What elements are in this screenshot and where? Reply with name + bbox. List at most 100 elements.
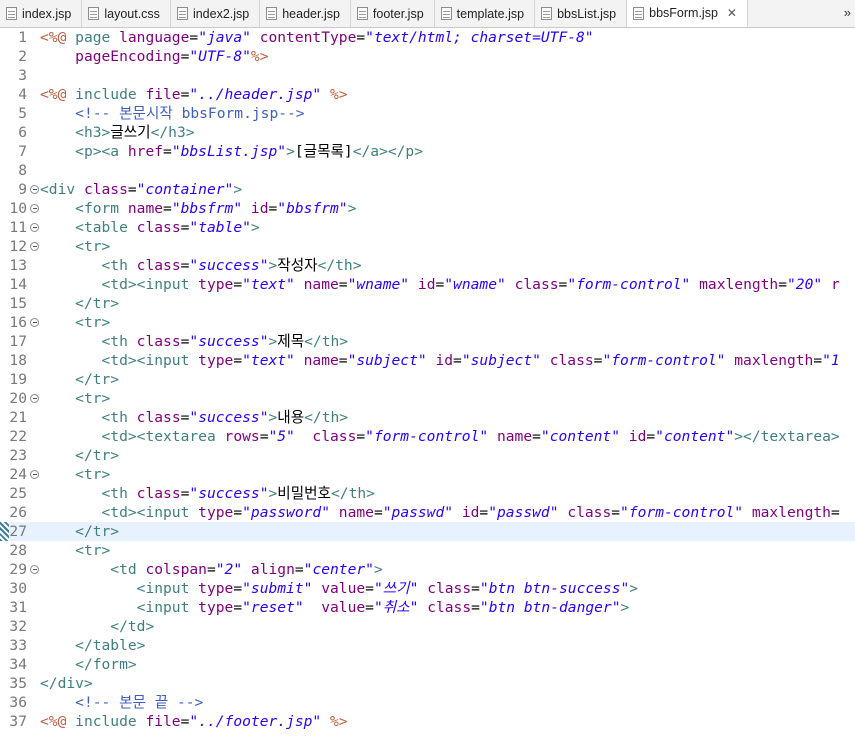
code-line[interactable]: 37 <%@ include file="../footer.jsp" %>	[0, 712, 855, 731]
code-line[interactable]: 26 <td><input type="password" name="pass…	[0, 503, 855, 522]
fold-collapse-icon[interactable]	[30, 185, 39, 194]
tab-index2-jsp[interactable]: index2.jsp	[171, 0, 261, 27]
fold-collapse-icon[interactable]	[30, 242, 39, 251]
code-line[interactable]: 9 <div class="container">	[0, 180, 855, 199]
code-line[interactable]: 23 </tr>	[0, 446, 855, 465]
code-line[interactable]: 16 <tr>	[0, 313, 855, 332]
line-number: 20	[9, 390, 27, 407]
tab-layout-css[interactable]: layout.css	[82, 0, 171, 27]
code-token: class	[83, 181, 128, 198]
code-token: class	[549, 352, 594, 369]
code-line[interactable]: 5 <!-- 본문시작 bbsForm.jsp-->	[0, 104, 855, 123]
fold-collapse-icon[interactable]	[30, 318, 39, 327]
code-token: page	[75, 29, 120, 46]
code-token: name	[338, 504, 374, 521]
code-line[interactable]: 25 <th class="success">비밀번호</th>	[0, 484, 855, 503]
code-line[interactable]: 4 <%@ include file="../header.jsp" %>	[0, 85, 855, 104]
line-number: 14	[9, 276, 27, 293]
tab-index-jsp[interactable]: index.jsp	[0, 0, 83, 27]
code-token: "form-control"	[567, 276, 691, 293]
fold-collapse-icon[interactable]	[30, 394, 39, 403]
code-token: "java"	[198, 29, 251, 46]
code-line[interactable]: 28 <tr>	[0, 541, 855, 560]
code-line[interactable]: 35 </div>	[0, 674, 855, 693]
tab-overflow-chevron-icon[interactable]: »	[844, 5, 851, 20]
line-gutter: 1	[0, 28, 40, 47]
code-line[interactable]: 13 <th class="success">작성자</th>	[0, 256, 855, 275]
code-editor[interactable]: 1 <%@ page language="java" contentType="t…	[0, 28, 855, 740]
code-token: id	[417, 276, 436, 293]
tab-bbsform-jsp[interactable]: bbsForm.jsp ✕	[627, 0, 748, 27]
code-line[interactable]: 19 </tr>	[0, 370, 855, 389]
code-line[interactable]: 24 <tr>	[0, 465, 855, 484]
code-token: <th	[101, 485, 137, 502]
code-token: >	[268, 409, 278, 426]
code-line[interactable]: 8	[0, 161, 855, 180]
code-line[interactable]: 15 </tr>	[0, 294, 855, 313]
code-line[interactable]: 31 <input type="reset" value="취소" class=…	[0, 598, 855, 617]
fold-collapse-icon[interactable]	[30, 565, 39, 574]
code-text: <th class="success">내용</th>	[40, 408, 349, 427]
code-token: class	[567, 504, 612, 521]
code-line[interactable]: 33 </table>	[0, 636, 855, 655]
code-token: "text"	[242, 352, 295, 369]
code-token: file	[145, 713, 181, 730]
code-line[interactable]: 30 <input type="submit" value="쓰기" class…	[0, 579, 855, 598]
code-token: <tr>	[75, 466, 111, 483]
code-token: =	[558, 276, 568, 293]
tab-footer-jsp[interactable]: footer.jsp	[351, 0, 435, 27]
fold-collapse-icon[interactable]	[30, 470, 39, 479]
code-line[interactable]: 6 <h3>글쓰기</h3>	[0, 123, 855, 142]
code-line[interactable]: 11 <table class="table">	[0, 218, 855, 237]
code-line[interactable]: 14 <td><input type="text" name="wname" i…	[0, 275, 855, 294]
jsp-file-icon	[440, 7, 452, 20]
code-text: <%@ include file="../footer.jsp" %>	[40, 712, 348, 731]
code-token: <h3>	[75, 124, 111, 141]
code-text: <td><input type="text" name="wname" id="…	[40, 275, 840, 294]
code-line[interactable]: 17 <th class="success">제목</th>	[0, 332, 855, 351]
code-line[interactable]: 18 <td><input type="text" name="subject"…	[0, 351, 855, 370]
code-line[interactable]: 27 </tr>	[0, 522, 855, 541]
code-token: value	[321, 580, 366, 597]
close-icon[interactable]: ✕	[727, 6, 737, 20]
code-line[interactable]: 21 <th class="success">내용</th>	[0, 408, 855, 427]
fold-collapse-icon[interactable]	[30, 204, 39, 213]
code-token: <tr>	[75, 238, 111, 255]
code-line[interactable]: 20 <tr>	[0, 389, 855, 408]
tab-label: header.jsp	[282, 6, 340, 21]
code-token: "center"	[303, 561, 374, 578]
code-token: =	[233, 580, 243, 597]
line-number: 35	[9, 675, 27, 692]
code-line[interactable]: 22 <td><textarea rows="5" class="form-co…	[0, 427, 855, 446]
code-token: "wname"	[444, 276, 506, 293]
tab-bbslist-jsp[interactable]: bbsList.jsp	[535, 0, 628, 27]
code-token: >	[250, 219, 260, 236]
fold-collapse-icon[interactable]	[30, 223, 39, 232]
code-token: >	[268, 257, 278, 274]
code-line[interactable]: 12 <tr>	[0, 237, 855, 256]
code-line[interactable]: 34 </form>	[0, 655, 855, 674]
change-marker-icon	[0, 522, 9, 541]
code-line[interactable]: 32 </td>	[0, 617, 855, 636]
code-line[interactable]: 1 <%@ page language="java" contentType="t…	[0, 28, 855, 47]
code-line[interactable]: 36 <!-- 본문 끝 -->	[0, 693, 855, 712]
tab-header-jsp[interactable]: header.jsp	[260, 0, 351, 27]
code-line[interactable]: 10 <form name="bbsfrm" id="bbsfrm">	[0, 199, 855, 218]
code-line[interactable]: 2 pageEncoding="UTF-8"%>	[0, 47, 855, 66]
line-gutter: 35	[0, 674, 40, 693]
tab-template-jsp[interactable]: template.jsp	[435, 0, 536, 27]
line-number: 4	[18, 86, 27, 103]
code-line[interactable]: 7 <p><a href="bbsList.jsp">[글목록]</a></p>	[0, 142, 855, 161]
code-token: <div	[40, 181, 84, 198]
code-line[interactable]: 29 <td colspan="2" align="center">	[0, 560, 855, 579]
code-line[interactable]: 3	[0, 66, 855, 85]
